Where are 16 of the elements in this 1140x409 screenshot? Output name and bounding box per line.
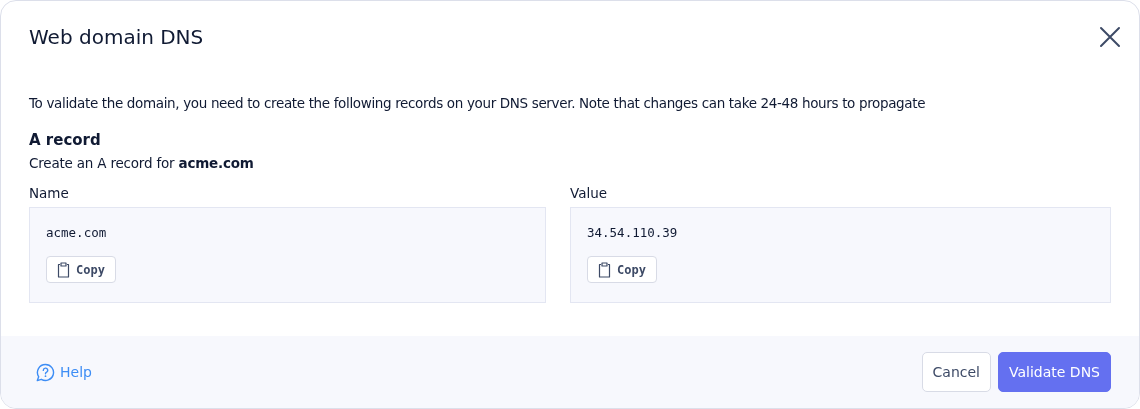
clipboard-icon xyxy=(598,261,611,278)
field-label: Name xyxy=(29,185,70,201)
section-heading: A record xyxy=(29,131,102,149)
validate-button[interactable]: Validate DNS xyxy=(998,352,1111,392)
help-icon xyxy=(36,362,55,382)
copy-button[interactable]: Copy xyxy=(46,256,116,283)
description-text: To validate the domain, you need to create the following records on your DNS server. Note that changes can take 24-48 hours to propagate xyxy=(29,95,927,111)
close-button[interactable] xyxy=(1099,26,1121,48)
field-label: Value xyxy=(570,185,609,201)
value-text: 34.54.110.39 xyxy=(587,225,678,240)
clipboard-icon xyxy=(57,261,70,278)
cancel-button[interactable]: Cancel xyxy=(921,352,991,392)
section-subtitle: Create an A record for acme.com xyxy=(29,155,255,171)
dialog-title: Web domain DNS xyxy=(29,25,204,49)
value-text: acme.com xyxy=(46,225,107,240)
copy-button[interactable]: Copy xyxy=(587,256,657,283)
